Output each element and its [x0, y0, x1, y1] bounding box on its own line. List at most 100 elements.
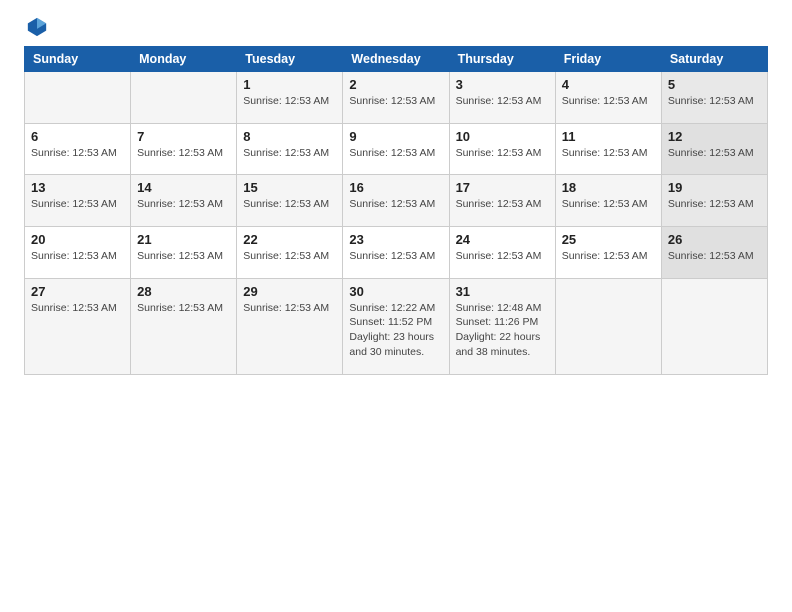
day-number: 30: [349, 284, 442, 299]
day-number: 4: [562, 77, 655, 92]
calendar-day-10: 10Sunrise: 12:53 AM: [449, 123, 555, 175]
calendar-day-9: 9Sunrise: 12:53 AM: [343, 123, 449, 175]
day-info: Sunrise: 12:53 AM: [668, 249, 761, 264]
day-number: 20: [31, 232, 124, 247]
day-number: 1: [243, 77, 336, 92]
day-info: Sunrise: 12:53 AM: [668, 197, 761, 212]
calendar-table: SundayMondayTuesdayWednesdayThursdayFrid…: [24, 46, 768, 375]
day-number: 24: [456, 232, 549, 247]
day-info: Sunrise: 12:22 AM Sunset: 11:52 PM Dayli…: [349, 301, 442, 360]
calendar-day-30: 30 Sunrise: 12:22 AM Sunset: 11:52 PM Day…: [343, 278, 449, 374]
weekday-header-thursday: Thursday: [449, 47, 555, 72]
calendar-week-row: 20Sunrise: 12:53 AM21Sunrise: 12:53 AM22…: [25, 227, 768, 279]
day-number: 11: [562, 129, 655, 144]
calendar-day-13: 13 Sunrise: 12:53 AM: [25, 175, 131, 227]
calendar-day-7: 7Sunrise: 12:53 AM: [131, 123, 237, 175]
day-number: 13: [31, 180, 124, 195]
calendar-day-22: 22 Sunrise: 12:53 AM: [237, 227, 343, 279]
day-number: 6: [31, 129, 124, 144]
calendar-day-1: 1 Sunrise: 12:53 AM: [237, 72, 343, 124]
calendar-day-11: 11 Sunrise: 12:53 AM: [555, 123, 661, 175]
day-info: Sunrise: 12:53 AM: [456, 94, 549, 109]
day-number: 5: [668, 77, 761, 92]
calendar-day-28: 28 Sunrise: 12:53 AM: [131, 278, 237, 374]
day-number: 15: [243, 180, 336, 195]
day-info: Sunrise: 12:53 AM: [562, 146, 655, 161]
day-info: Sunrise: 12:53 AM: [562, 197, 655, 212]
calendar-day-26: 26 Sunrise: 12:53 AM: [661, 227, 767, 279]
calendar-empty-cell: [661, 278, 767, 374]
day-info: Sunrise: 12:53 AM: [243, 146, 336, 161]
weekday-header-tuesday: Tuesday: [237, 47, 343, 72]
day-number: 12: [668, 129, 761, 144]
day-info: Sunrise: 12:53 AM: [562, 249, 655, 264]
day-info: Sunrise: 12:53 AM: [243, 301, 336, 316]
calendar-week-row: 27Sunrise: 12:53 AM28Sunrise: 12:53 AM29…: [25, 278, 768, 374]
weekday-header-sunday: Sunday: [25, 47, 131, 72]
day-info: Sunrise: 12:53 AM: [243, 249, 336, 264]
weekday-header-wednesday: Wednesday: [343, 47, 449, 72]
day-info: Sunrise: 12:48 AM Sunset: 11:26 PM Dayli…: [456, 301, 549, 360]
day-info: Sunrise: 12:53 AM: [349, 146, 442, 161]
calendar-empty-cell: [25, 72, 131, 124]
day-info: Sunrise: 12:53 AM: [31, 146, 124, 161]
logo: [24, 20, 48, 38]
day-number: 21: [137, 232, 230, 247]
day-info: Sunrise: 12:53 AM: [668, 94, 761, 109]
day-number: 8: [243, 129, 336, 144]
day-number: 26: [668, 232, 761, 247]
day-number: 10: [456, 129, 549, 144]
day-info: Sunrise: 12:53 AM: [349, 197, 442, 212]
day-number: 23: [349, 232, 442, 247]
day-number: 25: [562, 232, 655, 247]
day-info: Sunrise: 12:53 AM: [137, 197, 230, 212]
calendar-page: SundayMondayTuesdayWednesdayThursdayFrid…: [0, 0, 792, 612]
calendar-day-19: 19 Sunrise: 12:53 AM: [661, 175, 767, 227]
day-number: 18: [562, 180, 655, 195]
calendar-day-2: 2 Sunrise: 12:53 AM: [343, 72, 449, 124]
weekday-header-monday: Monday: [131, 47, 237, 72]
day-number: 27: [31, 284, 124, 299]
day-info: Sunrise: 12:53 AM: [137, 146, 230, 161]
day-number: 28: [137, 284, 230, 299]
calendar-day-15: 15Sunrise: 12:53 AM: [237, 175, 343, 227]
day-number: 14: [137, 180, 230, 195]
day-number: 2: [349, 77, 442, 92]
day-number: 17: [456, 180, 549, 195]
calendar-day-5: 5 Sunrise: 12:53 AM: [661, 72, 767, 124]
calendar-day-18: 18 Sunrise: 12:53 AM: [555, 175, 661, 227]
calendar-day-3: 3 Sunrise: 12:53 AM: [449, 72, 555, 124]
calendar-day-23: 23Sunrise: 12:53 AM: [343, 227, 449, 279]
calendar-week-row: 13 Sunrise: 12:53 AM 14 Sunrise: 12:53 AM 15…: [25, 175, 768, 227]
day-number: 31: [456, 284, 549, 299]
day-info: Sunrise: 12:53 AM: [31, 249, 124, 264]
day-info: Sunrise: 12:53 AM: [668, 146, 761, 161]
calendar-day-29: 29Sunrise: 12:53 AM: [237, 278, 343, 374]
calendar-day-20: 20 Sunrise: 12:53 AM: [25, 227, 131, 279]
calendar-day-17: 17 Sunrise: 12:53 AM: [449, 175, 555, 227]
calendar-day-21: 21 Sunrise: 12:53 AM: [131, 227, 237, 279]
calendar-day-6: 6 Sunrise: 12:53 AM: [25, 123, 131, 175]
calendar-day-4: 4Sunrise: 12:53 AM: [555, 72, 661, 124]
calendar-empty-cell: [555, 278, 661, 374]
calendar-empty-cell: [131, 72, 237, 124]
calendar-day-16: 16 Sunrise: 12:53 AM: [343, 175, 449, 227]
calendar-day-31: 31 Sunrise: 12:48 AM Sunset: 11:26 PM Day…: [449, 278, 555, 374]
weekday-header-saturday: Saturday: [661, 47, 767, 72]
day-info: Sunrise: 12:53 AM: [349, 94, 442, 109]
day-info: Sunrise: 12:53 AM: [456, 197, 549, 212]
day-info: Sunrise: 12:53 AM: [31, 197, 124, 212]
day-number: 19: [668, 180, 761, 195]
day-info: Sunrise: 12:53 AM: [243, 94, 336, 109]
calendar-day-24: 24Sunrise: 12:53 AM: [449, 227, 555, 279]
weekday-header-row: SundayMondayTuesdayWednesdayThursdayFrid…: [25, 47, 768, 72]
day-number: 22: [243, 232, 336, 247]
calendar-day-14: 14 Sunrise: 12:53 AM: [131, 175, 237, 227]
day-info: Sunrise: 12:53 AM: [137, 249, 230, 264]
calendar-week-row: 1 Sunrise: 12:53 AM 2 Sunrise: 12:53 AM 3 Sun…: [25, 72, 768, 124]
day-info: Sunrise: 12:53 AM: [137, 301, 230, 316]
calendar-day-25: 25 Sunrise: 12:53 AM: [555, 227, 661, 279]
day-number: 16: [349, 180, 442, 195]
calendar-day-8: 8 Sunrise: 12:53 AM: [237, 123, 343, 175]
day-number: 3: [456, 77, 549, 92]
